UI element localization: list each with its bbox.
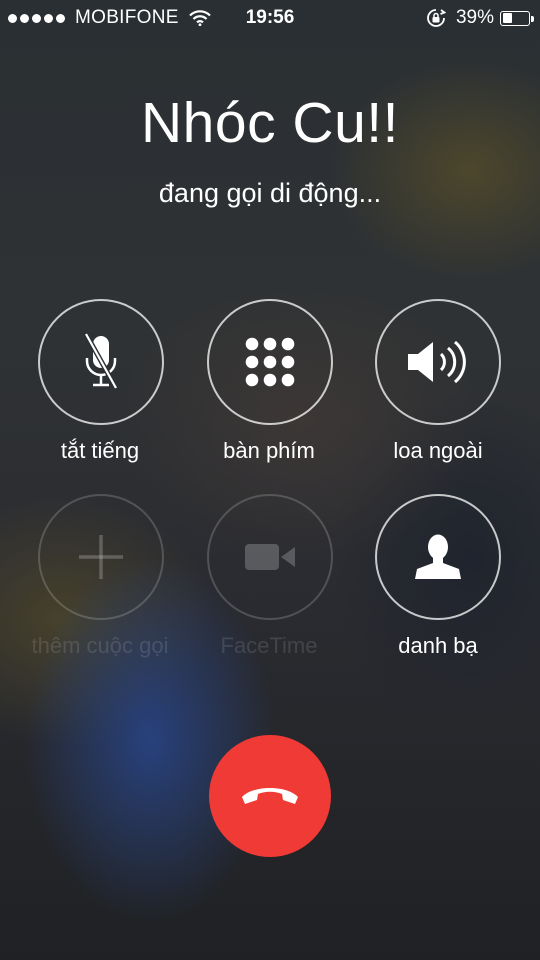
end-call-button[interactable] (209, 735, 331, 857)
mute-label: tắt tiếng (60, 438, 140, 463)
plus-icon (79, 535, 123, 579)
rotation-lock-icon (427, 9, 446, 27)
call-status: đang gọi di động... (158, 178, 382, 208)
facetime-button[interactable] (207, 494, 333, 620)
status-right: 39% (426, 7, 534, 29)
contacts-button[interactable] (375, 494, 501, 620)
speaker-icon (408, 340, 466, 384)
phone-hangup-icon (242, 788, 298, 804)
contact-name: Nhóc Cu!! (141, 91, 399, 155)
contacts-label: danh bạ (398, 633, 478, 658)
add-call-button[interactable] (38, 494, 164, 620)
mute-button[interactable] (38, 299, 164, 425)
battery-percent: 39% (455, 7, 494, 28)
microphone-muted-icon (83, 332, 119, 390)
add-call-label: thêm cuộc gọi (31, 633, 169, 658)
battery-level-fill (502, 13, 512, 23)
speaker-button[interactable] (375, 299, 501, 425)
speaker-label: loa ngoài (393, 438, 483, 463)
keypad-icon (245, 337, 295, 387)
status-bar: MOBIFONE 19:56 39% (0, 0, 540, 36)
facetime-label: FaceTime (220, 633, 318, 658)
battery-icon (500, 10, 534, 26)
keypad-label: bàn phím (223, 438, 315, 463)
keypad-button[interactable] (207, 299, 333, 425)
contact-person-icon (415, 534, 461, 579)
video-camera-icon (245, 544, 295, 570)
